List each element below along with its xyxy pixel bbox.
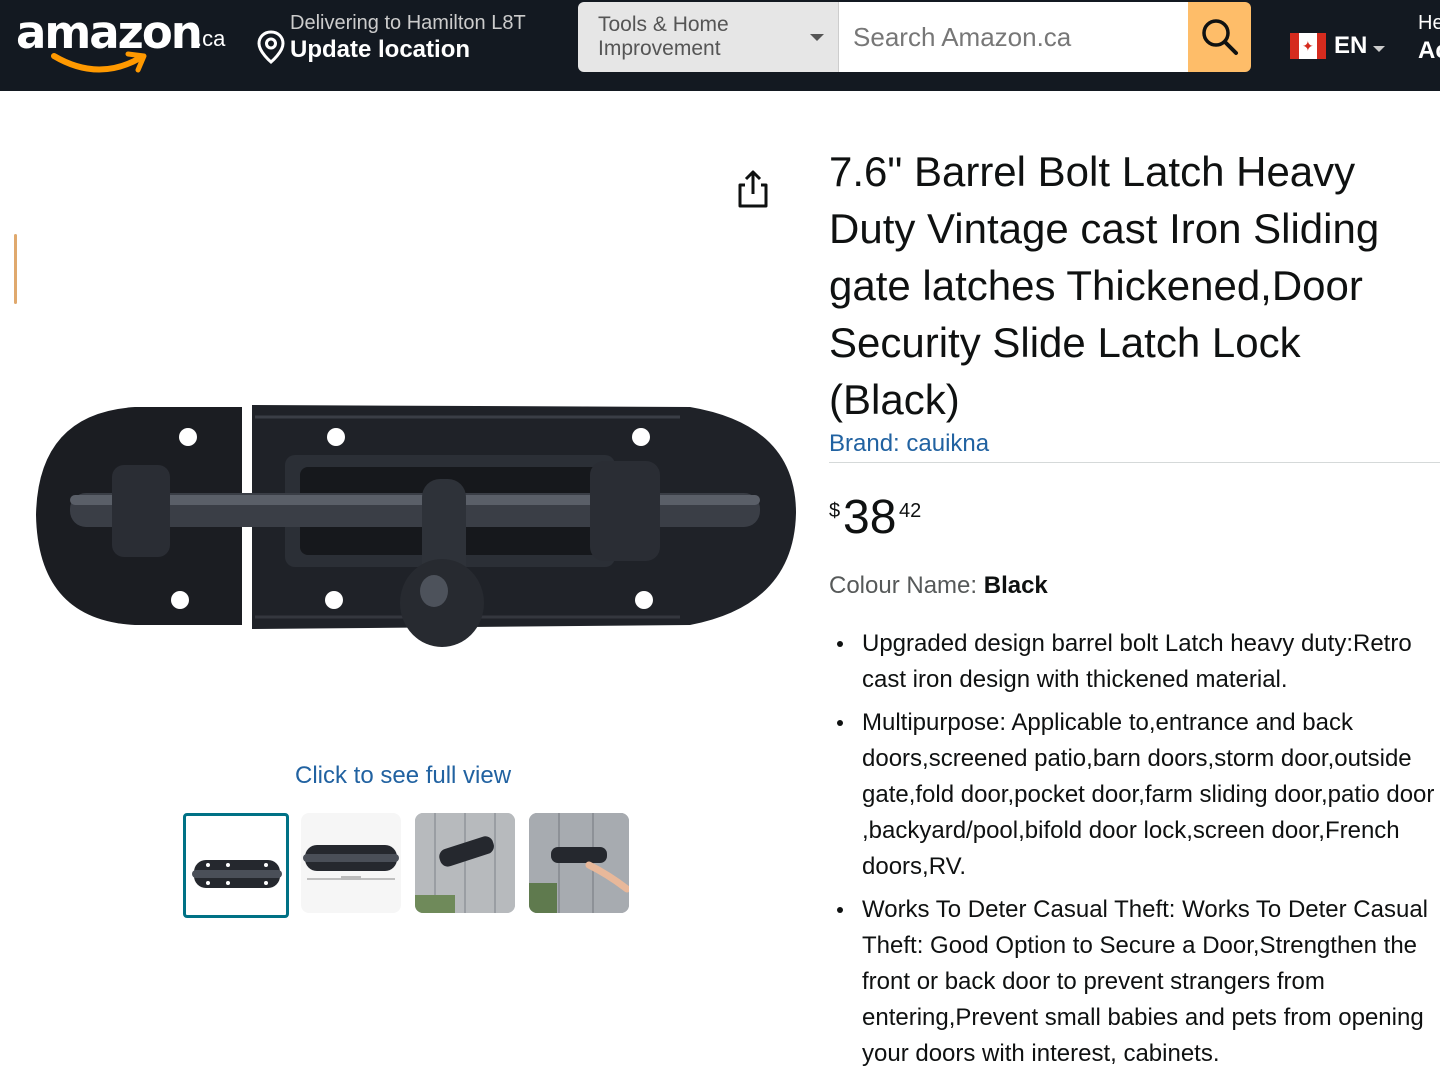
feature-bullets: Upgraded design barrel bolt Latch heavy …: [830, 626, 1440, 1079]
price-currency-symbol: $: [829, 500, 841, 522]
amazon-logo[interactable]: amazon .ca: [14, 2, 234, 82]
search-input[interactable]: [839, 2, 1189, 72]
colour-label: Colour Name:: [829, 572, 984, 599]
delivery-location[interactable]: Delivering to Hamilton L8T Update locati…: [256, 10, 556, 70]
update-location-link[interactable]: Update location: [290, 36, 470, 64]
account-greeting: He: [1418, 12, 1440, 34]
canada-flag-icon: ✦: [1290, 33, 1326, 59]
location-pin-icon: [257, 30, 285, 64]
price-fraction: 42: [899, 500, 922, 522]
language-label: EN: [1334, 32, 1368, 59]
thumbnail-3[interactable]: [415, 813, 515, 913]
thumbnail-2[interactable]: [301, 813, 401, 913]
delivery-address-text: Delivering to Hamilton L8T: [290, 12, 526, 34]
feature-bullet: Upgraded design barrel bolt Latch heavy …: [830, 626, 1440, 698]
thumbnail-image: [303, 845, 399, 880]
thumbnail-4[interactable]: [529, 813, 629, 913]
product-title: 7.6" Barrel Bolt Latch Heavy Duty Vintag…: [829, 148, 1380, 423]
price-whole: 38: [843, 491, 897, 544]
full-view-link[interactable]: Click to see full view: [295, 762, 511, 790]
search-category-label: Tools & Home Improvement: [598, 13, 729, 60]
account-menu[interactable]: He Ac: [1418, 12, 1440, 65]
search-bar: Tools & Home Improvement: [578, 2, 1251, 72]
colour-name: Colour Name: Black: [829, 572, 1048, 600]
section-divider: [829, 462, 1440, 463]
feature-bullet: Works To Deter Casual Theft: Works To De…: [830, 892, 1440, 1072]
thumbnail-strip: [183, 813, 643, 918]
brand-link[interactable]: Brand: cauikna: [829, 430, 989, 458]
thumbnail-image: [415, 813, 515, 913]
product-main-image[interactable]: [30, 395, 800, 655]
thumbnail-1[interactable]: [183, 813, 289, 918]
share-icon[interactable]: [736, 168, 770, 210]
smile-arrow-icon: [51, 51, 147, 73]
gallery-scroll-indicator: [14, 234, 17, 304]
top-nav-bar: amazon .ca Delivering to Hamilton L8T Up…: [0, 0, 1440, 91]
account-label: Ac: [1418, 37, 1440, 64]
dropdown-caret-icon: [810, 34, 825, 41]
search-button[interactable]: [1188, 2, 1251, 72]
search-category-dropdown[interactable]: Tools & Home Improvement: [578, 2, 840, 72]
logo-domain: .ca: [196, 26, 226, 51]
thumbnail-image: [529, 813, 629, 913]
language-selector[interactable]: ✦ EN: [1290, 30, 1386, 62]
chevron-down-icon: [1373, 46, 1386, 52]
colour-value: Black: [983, 572, 1048, 599]
thumbnail-image: [192, 860, 282, 888]
feature-bullet: Multipurpose: Applicable to,entrance and…: [830, 705, 1440, 885]
search-icon: [1201, 19, 1238, 55]
